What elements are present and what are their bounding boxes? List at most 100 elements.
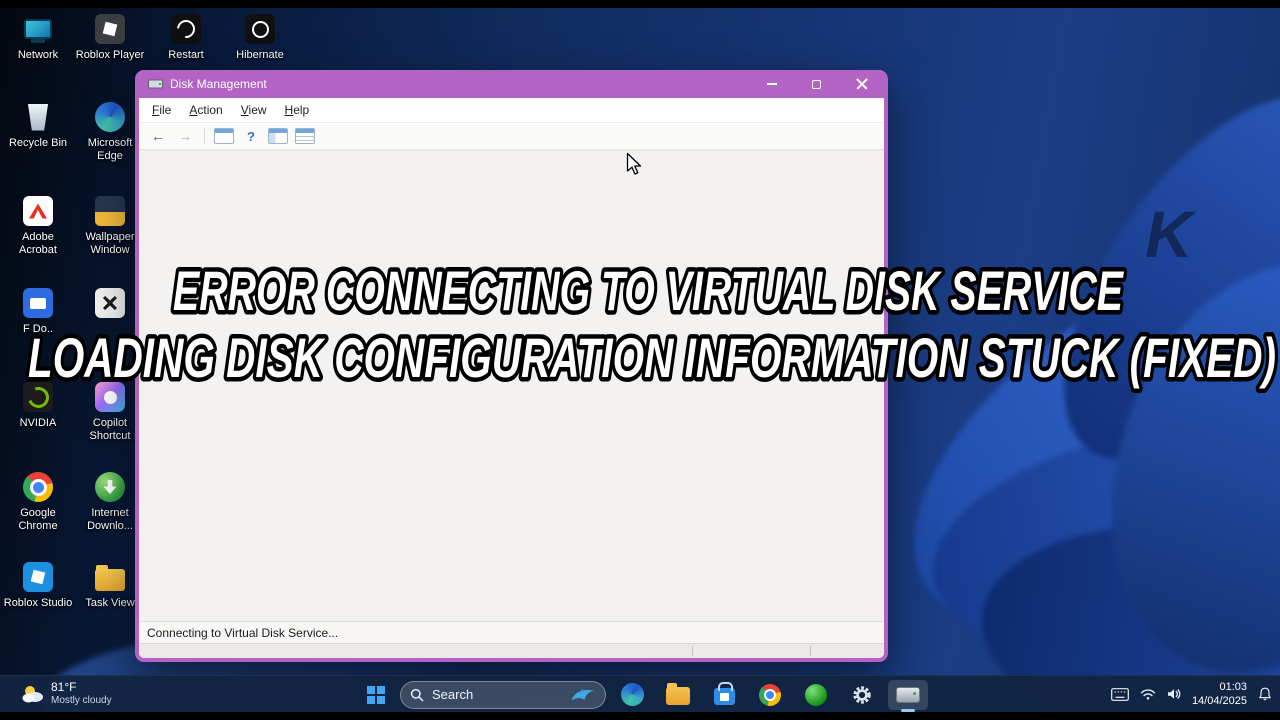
desktop-icon-label: F Do.. (23, 323, 53, 335)
desktop-icon-label: Roblox Player (75, 49, 145, 61)
forward-button[interactable]: → (175, 128, 195, 144)
file-explorer-icon (666, 683, 690, 705)
menu-file[interactable]: File (144, 100, 179, 120)
taskbar-settings-button[interactable] (842, 680, 882, 710)
maximize-button[interactable] (794, 70, 839, 98)
taskbar-disk-management-button[interactable] (888, 679, 928, 710)
task-view-folder-icon (95, 565, 125, 591)
edge-icon (620, 683, 644, 706)
acrobat-icon (23, 196, 53, 226)
desktop-icon-recycle-bin[interactable]: Recycle Bin (2, 100, 74, 150)
desktop-icon-label: Restart (168, 49, 204, 61)
search-placeholder: Search (432, 687, 474, 702)
touch-keyboard-icon[interactable] (1111, 687, 1129, 701)
network-icon (24, 19, 52, 39)
statusbar-pane-separator (692, 646, 693, 656)
dolphin-icon (571, 688, 594, 700)
maximize-icon (812, 79, 821, 89)
search-icon (410, 688, 424, 701)
taskbar-chrome-button[interactable] (750, 680, 790, 710)
desktop: K Network Roblox Player Restart Hibernat… (0, 8, 1280, 712)
gear-icon (853, 685, 871, 704)
taskbar-file-explorer-button[interactable] (658, 680, 698, 710)
search-input[interactable]: Search (400, 680, 606, 709)
desktop-icon-network[interactable]: Network (2, 12, 74, 62)
clock[interactable]: 01:03 14/04/2025 (1192, 680, 1247, 709)
menu-action[interactable]: Action (181, 100, 230, 120)
window-menubar: File Action View Help (139, 98, 884, 123)
status-text: Connecting to Virtual Disk Service... (147, 625, 339, 640)
nvidia-icon (23, 382, 53, 412)
roblox-studio-icon (23, 562, 53, 592)
weather-text: 81°F Mostly cloudy (51, 680, 112, 708)
wallpaper-app-icon (95, 196, 125, 226)
desktop-icon-adobe-acrobat[interactable]: Adobe Acrobat (2, 194, 74, 257)
taskbar-edge-button[interactable] (612, 680, 652, 710)
recycle-bin-icon (27, 103, 49, 131)
window-toolbar: ← → ? (139, 123, 884, 150)
windows-logo-icon (367, 685, 385, 704)
desktop-icon-label: NVIDIA (19, 417, 57, 429)
desktop-icon-nvidia[interactable]: NVIDIA (2, 380, 74, 430)
weather-condition: Mostly cloudy (51, 695, 112, 707)
taskbar-store-button[interactable] (704, 680, 744, 710)
desktop-icon-hibernate[interactable]: Hibernate (224, 12, 296, 62)
start-button[interactable] (358, 680, 394, 710)
minimize-button[interactable] (749, 70, 794, 98)
taskbar-green-app-button[interactable] (796, 680, 836, 710)
menu-view[interactable]: View (233, 100, 275, 120)
volume-icon[interactable] (1167, 688, 1181, 700)
desktop-icon-roblox-studio[interactable]: Roblox Studio (2, 560, 74, 610)
taskbar: 81°F Mostly cloudy Search 01:03 14/04/20… (0, 675, 1280, 712)
toolbar-separator (204, 128, 205, 144)
notification-bell-icon[interactable] (1258, 687, 1272, 701)
legend-view-icon[interactable] (295, 128, 315, 144)
clock-time: 01:03 (1219, 680, 1247, 693)
system-tray: 01:03 14/04/2025 (1111, 676, 1272, 712)
weather-icon (22, 686, 43, 703)
desktop-icon-roblox-player[interactable]: Roblox Player (74, 12, 146, 62)
minimize-icon (766, 83, 777, 85)
screen: K Network Roblox Player Restart Hibernat… (0, 0, 1280, 720)
desktop-icon-google-chrome[interactable]: Google Chrome (2, 470, 74, 533)
clock-date: 14/04/2025 (1191, 695, 1247, 707)
hibernate-icon (245, 14, 275, 44)
desktop-icon-label: Roblox Studio (3, 597, 73, 609)
window-title: Disk Management (170, 77, 267, 91)
desktop-icon-unknown-blue[interactable]: F Do.. (2, 286, 74, 336)
chrome-icon (759, 683, 781, 706)
disk-list-pane (139, 150, 884, 621)
desktop-icon-label: Google Chrome (18, 507, 58, 533)
restart-icon (171, 14, 201, 44)
green-app-icon (805, 683, 827, 706)
mouse-cursor (626, 152, 642, 175)
desktop-icon-label: Hibernate (236, 49, 284, 61)
unknown-blue-app-icon (23, 288, 53, 318)
roblox-player-icon (95, 14, 125, 44)
close-icon (856, 78, 868, 90)
window-titlebar[interactable]: Disk Management (139, 70, 884, 98)
weather-widget[interactable]: 81°F Mostly cloudy (16, 676, 118, 712)
desktop-icon-restart[interactable]: Restart (150, 12, 222, 62)
taskbar-center: Search (358, 679, 928, 710)
desktop-icon-label: Task View (85, 597, 135, 609)
microsoft-store-icon (713, 682, 735, 705)
edge-icon (95, 102, 125, 132)
help-button[interactable]: ? (241, 128, 261, 145)
window-statusbar: Connecting to Virtual Disk Service... (139, 621, 884, 643)
unknown-white-app-icon (95, 288, 125, 318)
desktop-icon-label: Adobe Acrobat (19, 231, 57, 257)
menu-help[interactable]: Help (277, 100, 318, 120)
statusbar-pane-separator (810, 646, 811, 656)
console-window-icon[interactable] (214, 128, 234, 144)
weather-temperature: 81°F (51, 680, 77, 695)
wallpaper-watermark: K (1145, 197, 1193, 271)
show-console-tree-icon[interactable] (268, 128, 288, 144)
disk-management-app-icon (148, 79, 163, 89)
idm-icon (95, 472, 125, 502)
wifi-icon[interactable] (1140, 688, 1156, 700)
chrome-icon (23, 472, 53, 502)
close-button[interactable] (839, 70, 884, 98)
window-controls (749, 70, 884, 98)
back-button[interactable]: ← (148, 128, 168, 144)
